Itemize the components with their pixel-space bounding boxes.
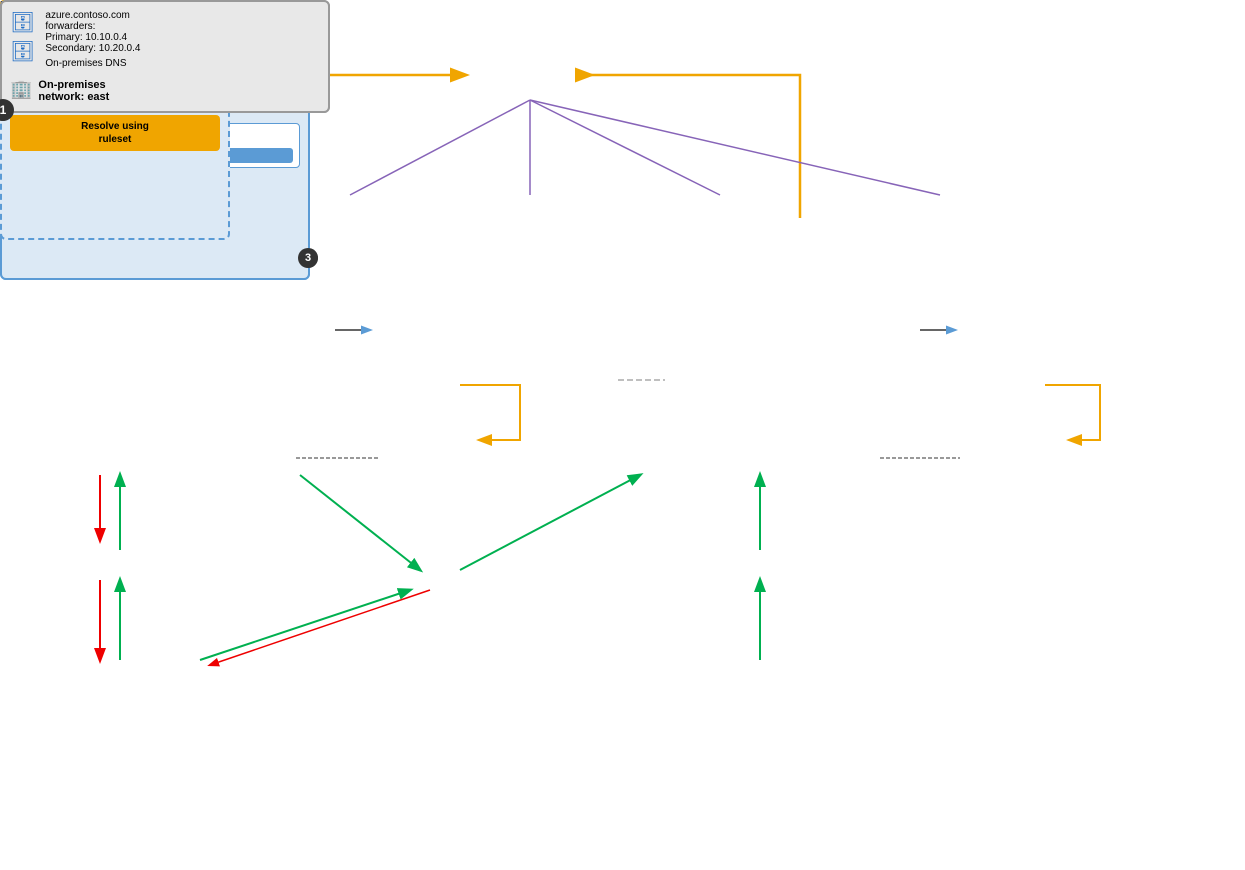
- diagram-container: Private DNS zone DNS azure.contoso.com ✦…: [0, 0, 1245, 870]
- on-prem-east-servers: 🗄 🗄: [10, 10, 35, 64]
- east-spoke-resolve-ruleset: Resolve using ruleset: [10, 115, 220, 151]
- on-prem-east-dns-label: On-premises DNS: [45, 58, 140, 69]
- on-prem-east-label: On-premises network: east: [38, 79, 109, 103]
- on-prem-east-box: 🗄 🗄 azure.contoso.com forwarders: Primar…: [0, 0, 330, 113]
- east-outbound-badge: 3: [298, 248, 318, 268]
- on-prem-east-network-icon: 🏢: [10, 79, 32, 100]
- on-prem-east-server1-icon: 🗄: [10, 10, 35, 35]
- on-prem-east-server2-icon: 🗄: [10, 39, 35, 64]
- on-prem-east-forwarders: azure.contoso.com forwarders: Primary: 1…: [45, 10, 140, 54]
